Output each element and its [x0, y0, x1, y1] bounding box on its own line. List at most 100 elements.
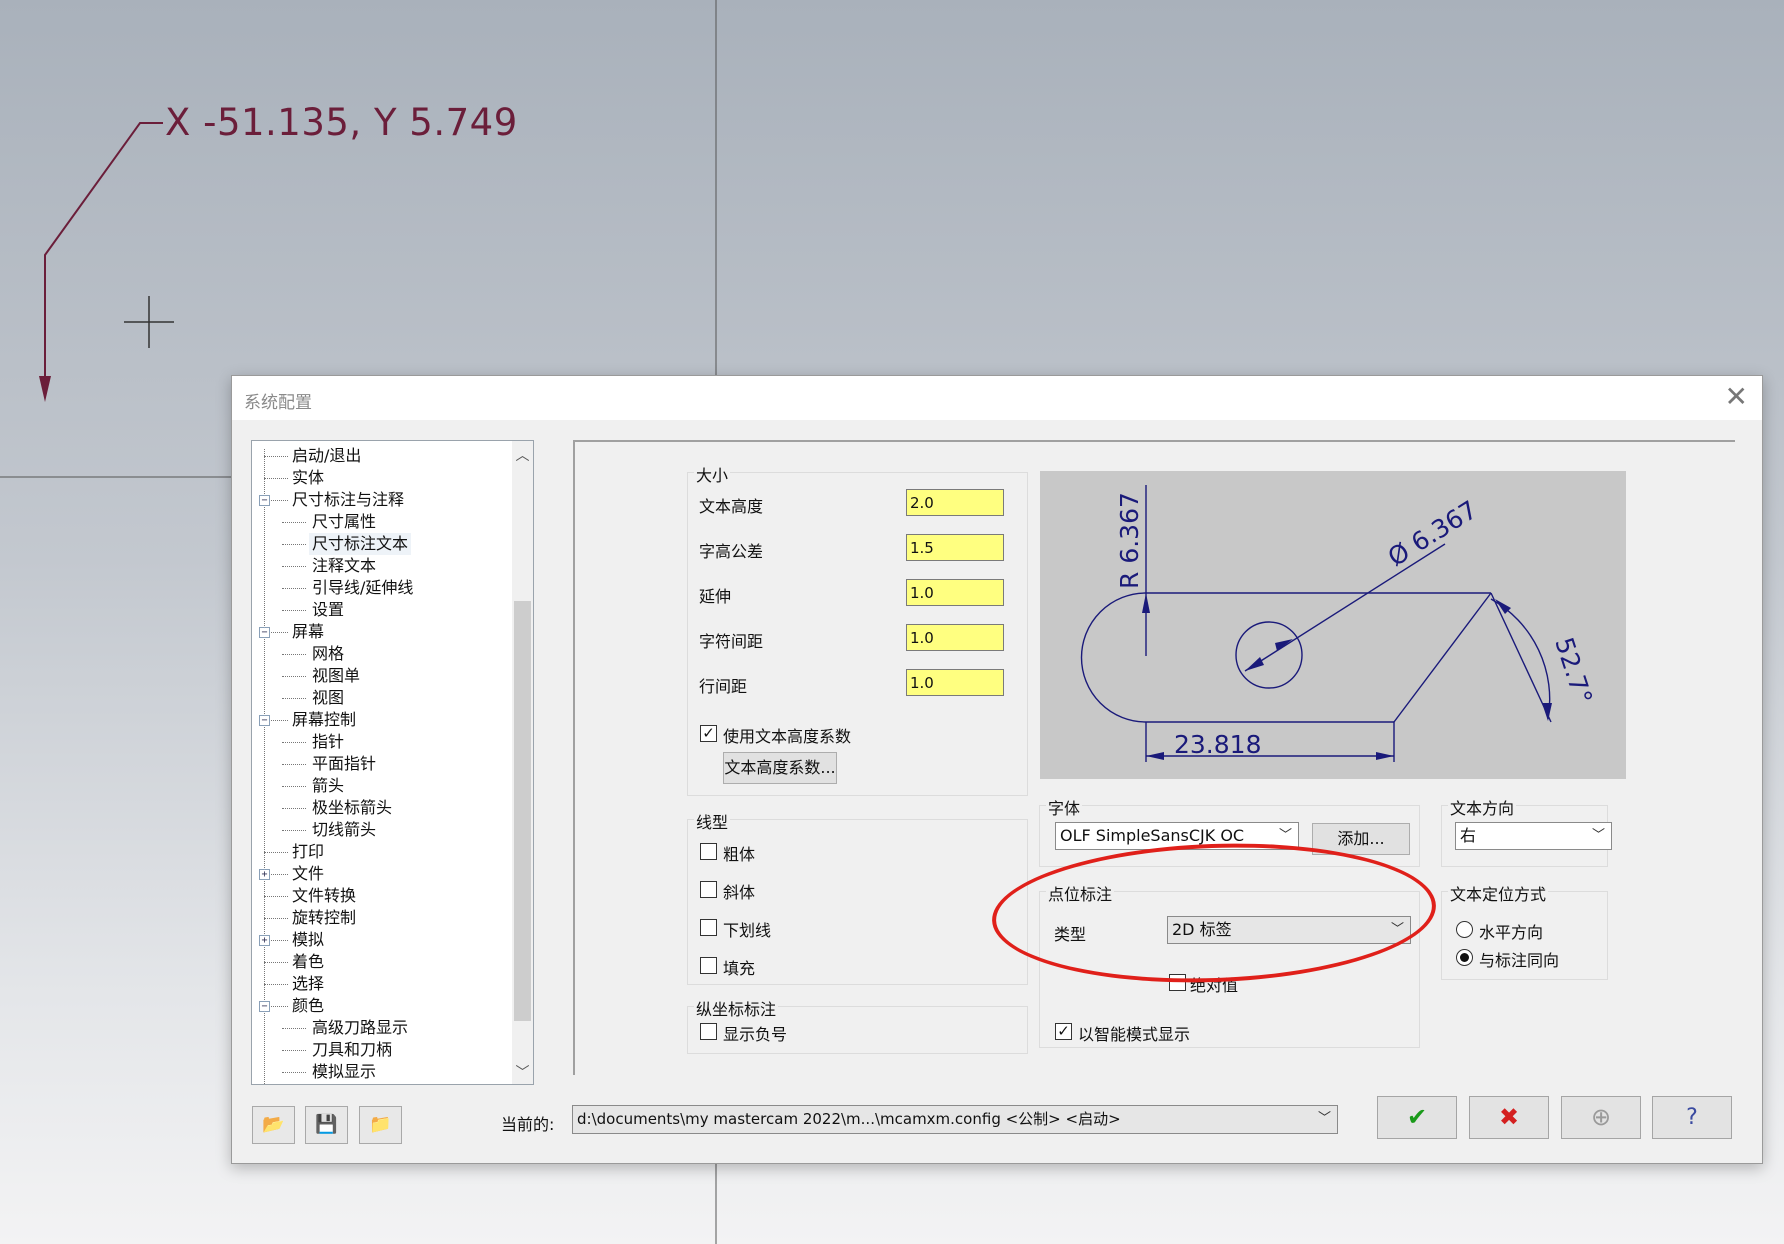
apply-button[interactable]: ⊕ — [1561, 1096, 1641, 1139]
check-icon: ✓ — [702, 724, 715, 742]
ok-button[interactable]: ✔ — [1377, 1096, 1457, 1139]
size-field-input[interactable]: 1.0 — [906, 624, 1004, 651]
chevron-down-icon: ﹀ — [1390, 922, 1404, 937]
tree-item[interactable]: 指针 — [312, 731, 344, 753]
tree-item[interactable]: 打印 — [292, 841, 324, 863]
smart-mode-checkbox[interactable]: ✓ — [1055, 1023, 1072, 1040]
line-type-checkbox[interactable] — [700, 881, 717, 898]
text-height-factor-button[interactable]: 文本高度系数... — [723, 752, 837, 784]
radius-label: R 6.367 — [1115, 492, 1144, 589]
line-type-checkbox[interactable] — [700, 843, 717, 860]
tree-item[interactable]: 启动/退出 — [292, 445, 361, 467]
tree-item[interactable]: 极坐标箭头 — [312, 797, 392, 819]
expand-plus-icon[interactable]: + — [259, 869, 270, 880]
use-height-factor-checkbox[interactable]: ✓ — [700, 725, 717, 742]
tree-item[interactable]: 屏幕控制 — [292, 709, 356, 731]
tree-item[interactable]: 平面指针 — [312, 753, 376, 775]
tree-connector — [264, 478, 288, 479]
close-icon[interactable]: ✕ — [1725, 382, 1748, 412]
size-field-input[interactable]: 2.0 — [906, 489, 1004, 516]
text-positioning-radio[interactable] — [1456, 949, 1473, 966]
open-folder-button[interactable]: 📂 — [252, 1106, 295, 1144]
tree-item[interactable]: 旋转控制 — [292, 907, 356, 929]
tree-item[interactable]: 颜色 — [292, 995, 324, 1017]
collapse-minus-icon[interactable]: − — [259, 627, 270, 638]
size-field-label: 延伸 — [699, 587, 732, 606]
point-type-select[interactable]: 2D 标签 ﹀ — [1167, 916, 1411, 944]
collapse-minus-icon[interactable]: − — [259, 1001, 270, 1012]
dialog-titlebar[interactable]: 系统配置 ✕ — [232, 376, 1762, 420]
open-folder-icon: 📂 — [262, 1114, 285, 1135]
cancel-button[interactable]: ✖ — [1469, 1096, 1549, 1139]
scroll-up-icon[interactable]: ︿ — [512, 445, 533, 465]
tree-item[interactable]: 着色 — [292, 951, 324, 973]
tree-item[interactable]: 切线箭头 — [312, 819, 376, 841]
tree-item[interactable]: 尺寸标注与注释 — [292, 489, 404, 511]
show-negative-checkbox[interactable] — [700, 1023, 717, 1040]
font-select[interactable]: OLF SimpleSansCJK OC ﹀ — [1055, 822, 1299, 850]
tree-item[interactable]: 文件转换 — [292, 885, 356, 907]
leader-arrowhead — [39, 376, 51, 402]
size-field-input[interactable]: 1.0 — [906, 579, 1004, 606]
tree-connector — [264, 984, 288, 985]
config-tree[interactable]: ︿ ﹀ 启动/退出 实体 − 尺寸标注与注释 尺寸属性 尺寸标注文本 注释文本 引导线/延伸线… — [251, 440, 534, 1085]
tree-item[interactable]: 模拟 — [292, 929, 324, 951]
add-font-button[interactable]: 添加... — [1312, 823, 1410, 855]
tree-connector — [264, 456, 288, 457]
tree-item[interactable]: 尺寸标注文本 — [309, 533, 412, 555]
expand-plus-icon[interactable]: + — [259, 935, 270, 946]
use-height-factor-label: 使用文本高度系数 — [723, 727, 852, 746]
absolute-checkbox[interactable] — [1169, 974, 1186, 991]
line-type-checkbox[interactable] — [700, 919, 717, 936]
collapse-minus-icon[interactable]: − — [259, 715, 270, 726]
line-type-checkbox[interactable] — [700, 957, 717, 974]
tree-connector — [282, 786, 306, 787]
preview-slant-line — [1393, 592, 1492, 723]
angle-label: 52.7° — [1549, 634, 1598, 708]
scroll-down-icon[interactable]: ﹀ — [512, 1062, 533, 1082]
tree-item[interactable]: 网格 — [312, 643, 344, 665]
tree-item[interactable]: 视图 — [312, 687, 344, 709]
tree-item[interactable]: 屏幕 — [292, 621, 324, 643]
tree-item[interactable]: 选择 — [292, 973, 324, 995]
scroll-thumb[interactable] — [514, 601, 531, 1021]
save-config-button[interactable]: 💾 — [305, 1106, 348, 1144]
tree-item[interactable]: 视图单 — [312, 665, 360, 687]
tree-connector — [282, 698, 306, 699]
tree-item[interactable]: 高级刀路显示 — [312, 1017, 408, 1039]
save-icon: 💾 — [315, 1114, 338, 1135]
text-direction-select[interactable]: 右 ﹀ — [1455, 822, 1612, 850]
coordinate-readout: X -51.135, Y 5.749 — [165, 101, 518, 144]
tree-item[interactable]: 设置 — [312, 599, 344, 621]
load-config-button[interactable]: 📁 — [359, 1106, 402, 1144]
diameter-arrow-icon-1 — [1245, 657, 1264, 671]
size-field-input[interactable]: 1.0 — [906, 669, 1004, 696]
tree-item[interactable]: 注释文本 — [312, 555, 376, 577]
size-field-input[interactable]: 1.5 — [906, 534, 1004, 561]
smart-mode-label: 以智能模式显示 — [1078, 1025, 1191, 1044]
tree-item[interactable]: 实体 — [292, 467, 324, 489]
check-icon: ✓ — [1057, 1022, 1070, 1040]
tree-connector — [282, 676, 306, 677]
tree-connector — [282, 1050, 306, 1051]
preview-arc — [1080, 592, 1147, 723]
collapse-minus-icon[interactable]: − — [259, 495, 270, 506]
tree-item[interactable]: 尺寸属性 — [312, 511, 376, 533]
size-field-label: 字符间距 — [699, 632, 764, 651]
folder-arrow-icon: 📁 — [369, 1114, 392, 1135]
tree-item[interactable]: 刀具和刀柄 — [312, 1039, 392, 1061]
tree-item[interactable]: 文件 — [292, 863, 324, 885]
tree-connector — [282, 610, 306, 611]
tree-item[interactable]: 引导线/延伸线 — [312, 577, 413, 599]
current-config-select[interactable]: d:\documents\my mastercam 2022\m...\mcam… — [572, 1105, 1338, 1134]
tree-connector — [282, 654, 306, 655]
tree-item[interactable]: 模拟显示 — [312, 1061, 376, 1083]
help-button[interactable]: ? — [1652, 1096, 1732, 1139]
tree-scrollbar[interactable]: ︿ ﹀ — [512, 441, 533, 1084]
tree-connector — [282, 808, 306, 809]
text-positioning-radio[interactable] — [1456, 921, 1473, 938]
length-label: 23.818 — [1174, 730, 1261, 759]
tree-connector — [282, 522, 306, 523]
tree-connector — [282, 742, 306, 743]
tree-item[interactable]: 箭头 — [312, 775, 344, 797]
